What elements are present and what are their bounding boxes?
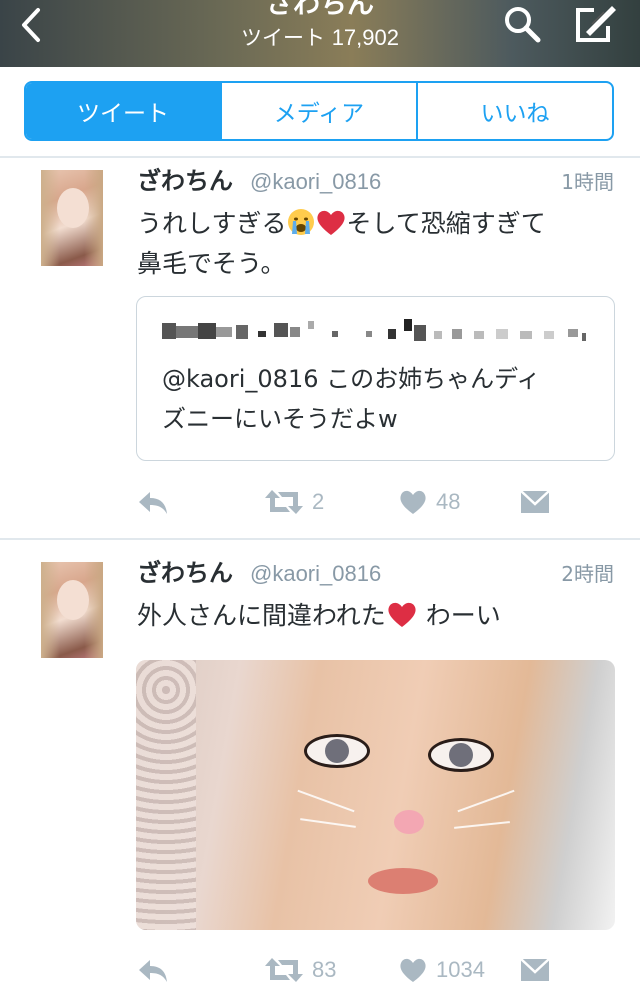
heart-icon — [400, 490, 426, 514]
tweet-photo[interactable] — [136, 660, 615, 930]
compose-button[interactable] — [572, 2, 620, 46]
retweet-button[interactable]: 2 — [264, 486, 324, 518]
reply-button[interactable] — [136, 954, 170, 986]
tweet-actions: 83 1034 — [136, 954, 616, 986]
tweet-1[interactable]: ざわちん @kaori_0816 1時間 うれしすぎる そして恐縮すぎて 鼻毛で… — [0, 158, 640, 538]
retweet-icon — [265, 958, 303, 982]
tweet-actions: 2 48 — [136, 486, 616, 518]
direct-message-button[interactable] — [520, 486, 550, 518]
tweet-text-part2: わーい — [425, 601, 501, 630]
tab-tweets[interactable]: ツイート — [26, 83, 220, 139]
tweet-author-name[interactable]: ざわちん — [137, 558, 233, 588]
tweet-count-label: ツイート — [241, 26, 325, 50]
avatar[interactable] — [41, 562, 103, 658]
tweet-author-name[interactable]: ざわちん — [137, 166, 233, 196]
envelope-icon — [520, 958, 550, 981]
quoted-tweet-text: @kaori_0816 このお姉ちゃんディ ズニーにいそうだよw — [162, 359, 602, 439]
retweet-icon — [265, 490, 303, 514]
like-count: 1034 — [436, 957, 485, 982]
direct-message-button[interactable] — [520, 954, 550, 986]
tweet-count-value: 17,902 — [331, 25, 399, 50]
quoted-tweet-line1: @kaori_0816 このお姉ちゃんディ — [162, 365, 541, 393]
reply-button[interactable] — [136, 486, 170, 518]
photo-eye-right — [428, 738, 494, 772]
avatar[interactable] — [41, 170, 103, 266]
like-button[interactable]: 48 — [398, 486, 460, 518]
crying-face-emoji-icon — [287, 209, 314, 235]
search-button[interactable] — [500, 4, 546, 46]
retweet-count: 83 — [312, 957, 337, 982]
tweet-author-handle[interactable]: @kaori_0816 — [250, 167, 381, 197]
red-heart-emoji-icon — [316, 210, 345, 235]
retweet-button[interactable]: 83 — [264, 954, 336, 986]
retweet-count: 2 — [312, 489, 325, 514]
tweet-text: 外人さんに間違われた わーい — [137, 596, 617, 636]
quoted-tweet-line2: ズニーにいそうだよw — [162, 405, 398, 433]
search-icon — [505, 7, 541, 43]
photo-eye-left — [304, 734, 370, 768]
tweet-text-line2: 鼻毛でそう。 — [137, 249, 286, 278]
tweet-author-handle[interactable]: @kaori_0816 — [250, 559, 381, 589]
tweet-2[interactable]: ざわちん @kaori_0816 2時間 外人さんに間違われた わーい 83 1… — [0, 540, 640, 982]
tab-media[interactable]: メディア — [220, 83, 416, 139]
tweet-text-part1: 外人さんに間違われた — [137, 601, 386, 630]
tweet-text: うれしすぎる そして恐縮すぎて 鼻毛でそう。 — [137, 204, 617, 284]
reply-icon — [139, 960, 167, 982]
quoted-tweet[interactable]: @kaori_0816 このお姉ちゃんディ ズニーにいそうだよw — [136, 296, 615, 461]
tab-likes[interactable]: いいね — [416, 83, 612, 139]
red-heart-emoji-icon — [388, 602, 416, 627]
tweet-timestamp: 2時間 — [561, 562, 614, 586]
like-button[interactable]: 1034 — [398, 954, 485, 986]
tweet-text-part2: そして恐縮すぎて — [346, 209, 546, 238]
blurred-quote-header — [162, 319, 586, 341]
envelope-icon — [520, 490, 550, 513]
like-count: 48 — [436, 489, 461, 514]
tweet-text-part1: うれしすぎる — [137, 209, 287, 238]
profile-header: ざわちん ツイート 17,902 — [0, 0, 640, 67]
tweet-timestamp: 1時間 — [561, 170, 614, 194]
profile-tabs: ツイート メディア いいね — [24, 81, 614, 141]
photo-nose-filter — [394, 810, 424, 834]
reply-icon — [139, 492, 167, 514]
photo-lips — [368, 868, 438, 894]
heart-icon — [400, 958, 426, 982]
compose-icon — [576, 6, 616, 42]
